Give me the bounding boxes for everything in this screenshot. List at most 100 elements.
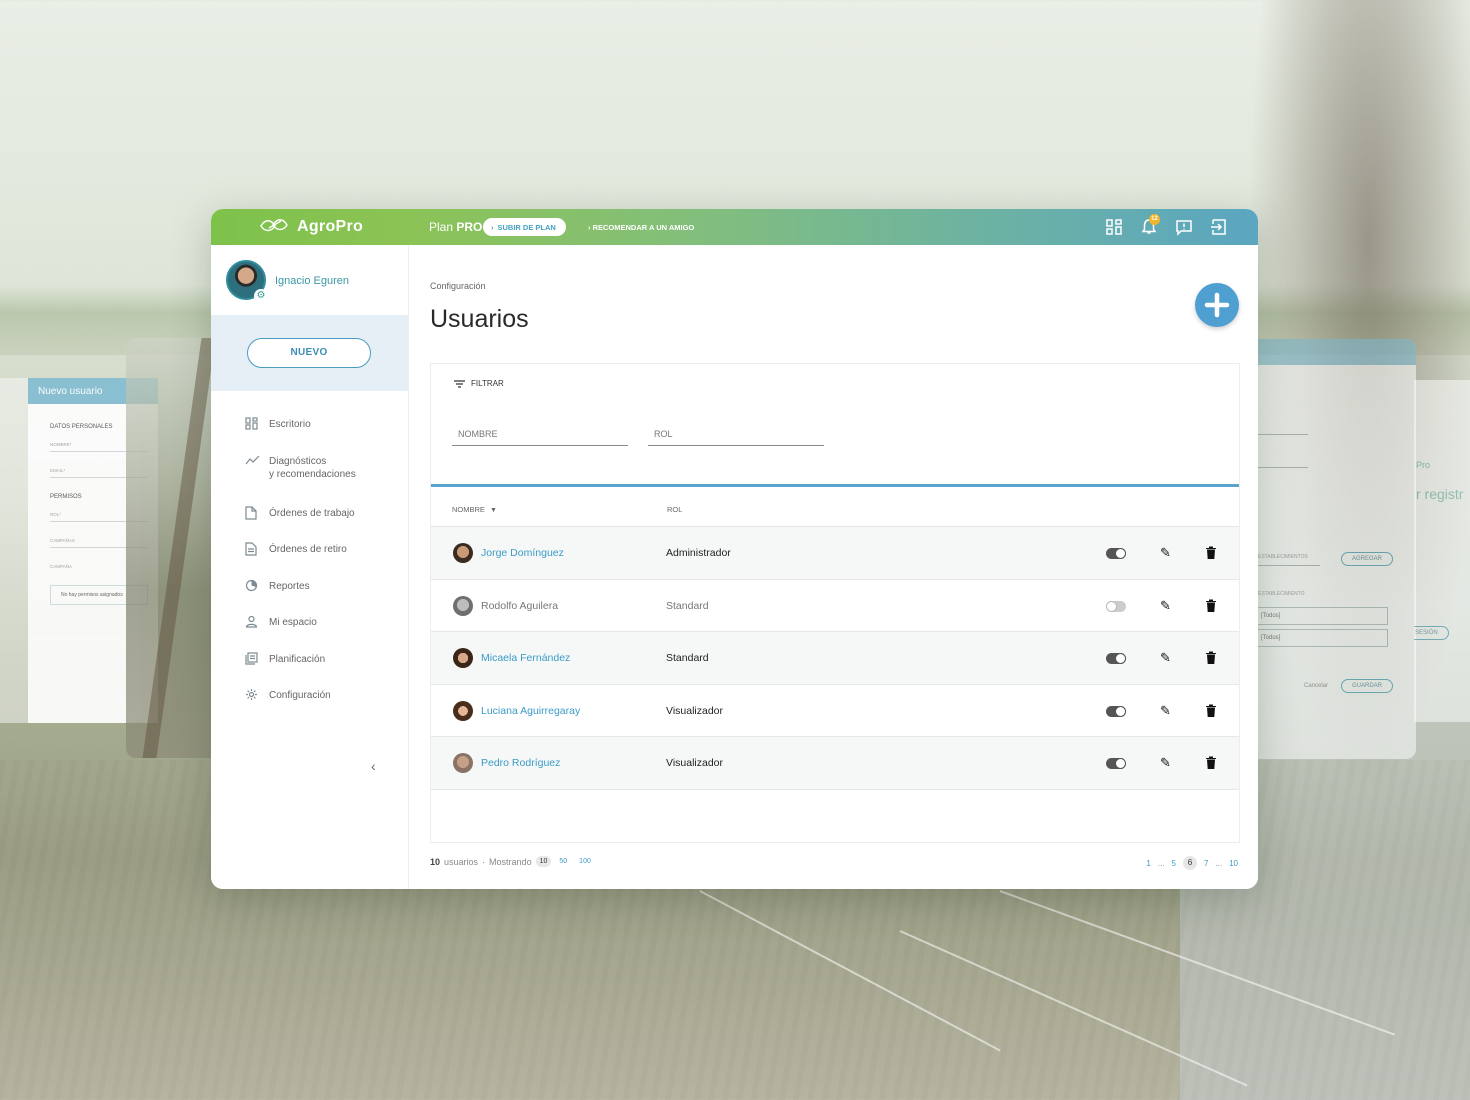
new-button[interactable]: NUEVO [247, 338, 371, 368]
page-link[interactable]: 7 [1204, 859, 1208, 868]
user-name-link[interactable]: Micaela Fernández [481, 652, 570, 664]
sidebar-nav: Escritorio Diagnósticos y recomendaciones… [211, 417, 408, 726]
table-row[interactable]: Pedro Rodríguez Visualizador ✎ [431, 737, 1239, 790]
column-header-role[interactable]: ROL [667, 505, 682, 514]
add-user-button[interactable] [1195, 283, 1239, 327]
user-name[interactable]: Ignacio Eguren [275, 275, 349, 287]
collapse-sidebar-chevron-icon[interactable]: ‹ [371, 758, 376, 774]
active-toggle[interactable] [1106, 548, 1126, 559]
top-icons: 12 [1105, 214, 1228, 236]
sidebar-item-ordenes-retiro[interactable]: Órdenes de retiro [211, 542, 408, 580]
edit-pencil-icon[interactable]: ✎ [1160, 755, 1171, 771]
upgrade-plan-button[interactable]: › SUBIR DE PLAN [483, 218, 566, 236]
user-name-link[interactable]: Pedro Rodríguez [481, 757, 560, 769]
avatar [453, 543, 473, 563]
plan-name: PRO [456, 220, 483, 234]
ghost-panel-far-right: Pro r registr SESIÓN [1414, 380, 1470, 722]
sidebar-item-label: Mi espacio [269, 617, 317, 628]
notifications-bell-icon[interactable]: 12 [1140, 214, 1160, 236]
page-link-current[interactable]: 6 [1182, 856, 1197, 870]
edit-pencil-icon[interactable]: ✎ [1160, 598, 1171, 614]
apps-grid-icon[interactable] [1105, 218, 1123, 236]
breadcrumb[interactable]: Configuración [430, 281, 486, 291]
ghost-field-label: ESTABLECIMIENTOS [1258, 554, 1308, 560]
ghost-save-button: GUARDAR [1341, 679, 1394, 693]
document-list-icon [245, 542, 269, 559]
page-size-option[interactable]: 10 [535, 856, 552, 867]
recommend-friend-link[interactable]: › RECOMENDAR A UN AMIGO [588, 223, 694, 232]
sidebar-item-escritorio[interactable]: Escritorio [211, 417, 408, 455]
results-summary: 10 usuarios · Mostrando 10 50 100 [430, 856, 595, 867]
logout-icon[interactable] [1210, 218, 1228, 236]
page-ellipsis: ... [1157, 858, 1165, 868]
sidebar-item-label: Órdenes de retiro [269, 544, 347, 555]
brand-logo[interactable]: AgroPro [259, 216, 363, 238]
role-filter-input[interactable]: ROL [648, 421, 824, 446]
page-link[interactable]: 1 [1146, 859, 1150, 868]
delete-trash-icon[interactable] [1206, 546, 1216, 559]
filter-icon [454, 379, 465, 388]
delete-trash-icon[interactable] [1206, 651, 1216, 665]
gear-icon [245, 688, 269, 704]
ghost-line [1256, 565, 1320, 566]
user-role: Standard [666, 652, 709, 665]
page-size-option[interactable]: 50 [555, 856, 571, 867]
table-row[interactable]: Jorge Domínguez Administrador ✎ [431, 527, 1239, 580]
active-toggle[interactable] [1106, 758, 1126, 770]
user-name-link[interactable]: Jorge Domínguez [481, 547, 564, 559]
active-toggle[interactable] [1106, 653, 1126, 665]
table-row[interactable]: Rodolfo Aguilera Standard ✎ [431, 580, 1239, 633]
chart-pie-icon [245, 579, 269, 595]
filter-toggle[interactable]: FILTRAR [454, 379, 504, 388]
leaf-logo-icon [259, 216, 293, 238]
ghost-line [1256, 434, 1308, 435]
ghost-login-button: SESIÓN [1414, 626, 1449, 640]
delete-trash-icon[interactable] [1206, 704, 1216, 717]
page-link[interactable]: 10 [1229, 859, 1238, 868]
column-header-name-label: NOMBRE [452, 505, 485, 514]
sidebar-item-label: Escritorio [269, 419, 311, 430]
delete-trash-icon[interactable] [1206, 599, 1216, 612]
sidebar-item-diagnosticos[interactable]: Diagnósticos y recomendaciones [211, 455, 408, 507]
delete-trash-icon[interactable] [1206, 756, 1216, 770]
active-toggle[interactable] [1106, 705, 1126, 717]
active-toggle[interactable] [1106, 600, 1126, 612]
sidebar-item-label: Configuración [269, 690, 331, 701]
column-header-name[interactable]: NOMBRE ▼ [452, 505, 497, 514]
top-bar: AgroPro Plan PRO › SUBIR DE PLAN › RECOM… [211, 209, 1258, 245]
sidebar-item-configuracion[interactable]: Configuración [211, 689, 408, 726]
page-size-option[interactable]: 100 [575, 856, 595, 867]
page-title: Usuarios [430, 305, 529, 333]
plan-prefix: Plan [429, 220, 454, 234]
page-link[interactable]: 5 [1172, 859, 1176, 868]
planning-icon [245, 651, 269, 668]
sidebar-item-reportes[interactable]: Reportes [211, 579, 408, 617]
edit-pencil-icon[interactable]: ✎ [1160, 703, 1171, 719]
sidebar-item-label-line2: y recomendaciones [269, 468, 356, 480]
sidebar-item-planificacion[interactable]: Planificación [211, 651, 408, 690]
user-role: Standard [666, 599, 709, 612]
user-profile[interactable]: ⚙ Ignacio Eguren [211, 245, 408, 315]
filter-label: FILTRAR [471, 379, 504, 388]
settings-gear-icon[interactable]: ⚙ [254, 289, 268, 303]
edit-pencil-icon[interactable]: ✎ [1160, 545, 1171, 561]
table-row[interactable]: Luciana Aguirregaray Visualizador ✎ [431, 685, 1239, 738]
name-filter-input[interactable]: NOMBRE [452, 421, 628, 446]
feedback-icon[interactable] [1175, 218, 1193, 236]
pagination: 1 ... 5 6 7 ... 10 [1146, 856, 1238, 870]
ghost-box: [Todos] [1256, 629, 1388, 647]
sidebar-item-mi-espacio[interactable]: Mi espacio [211, 615, 408, 653]
edit-pencil-icon[interactable]: ✎ [1160, 650, 1171, 666]
ghost-add-button: AGREGAR [1341, 552, 1394, 566]
user-name-link[interactable]: Luciana Aguirregaray [481, 705, 580, 717]
ghost-field-label: ESTABLECIMIENTO [1258, 591, 1305, 597]
table-row[interactable]: Micaela Fernández Standard ✎ [431, 632, 1239, 685]
sidebar-item-label: Diagnósticos y recomendaciones [269, 455, 356, 481]
user-name-link[interactable]: Rodolfo Aguilera [481, 600, 558, 612]
sidebar: ⚙ Ignacio Eguren NUEVO Escritorio Diagnó… [211, 245, 408, 889]
sort-caret-down-icon: ▼ [490, 507, 497, 514]
sidebar-item-ordenes-trabajo[interactable]: Órdenes de trabajo [211, 505, 408, 544]
avatar [453, 753, 473, 774]
ghost-brand: Pro [1416, 460, 1431, 470]
user-role: Visualizador [666, 757, 724, 770]
